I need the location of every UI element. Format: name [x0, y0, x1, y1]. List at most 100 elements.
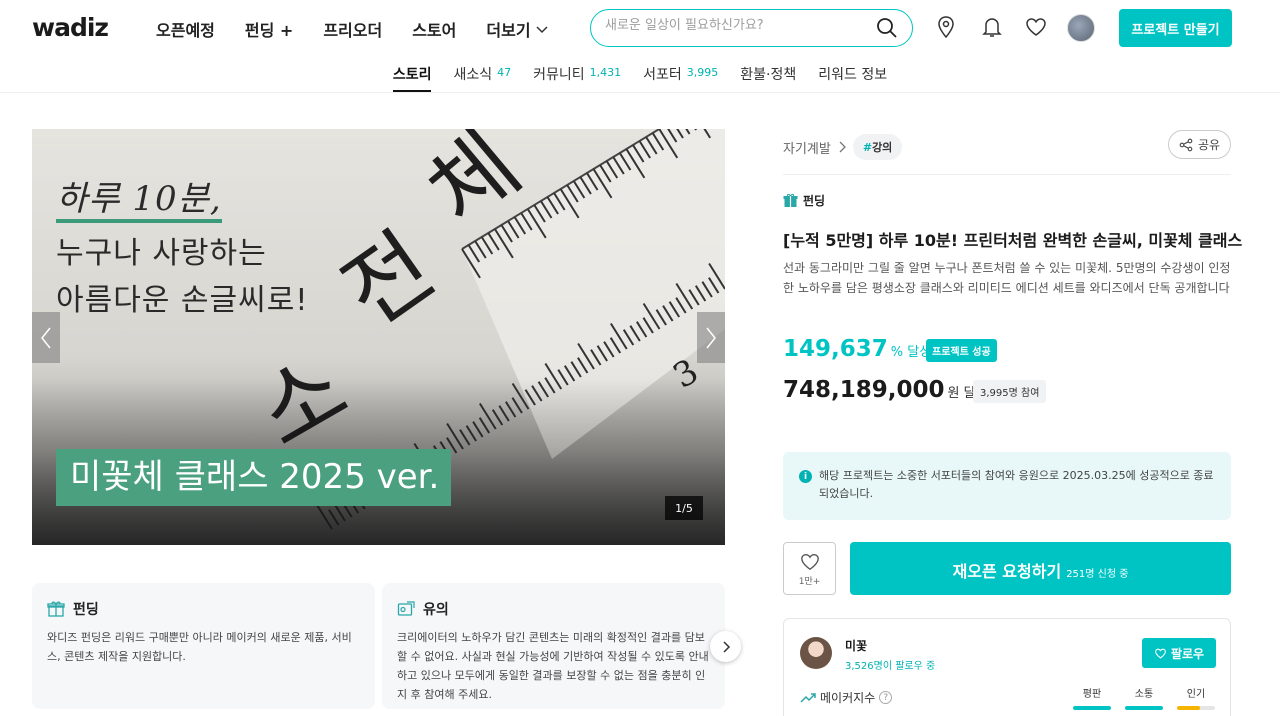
nav-label: 더보기 — [486, 21, 531, 40]
gift-icon — [783, 193, 798, 207]
rate-value: 149,637 — [783, 336, 888, 362]
heart-icon[interactable] — [1024, 15, 1048, 39]
nav-label: 펀딩 + — [244, 21, 294, 40]
wadiz-logo[interactable]: wadiz — [32, 13, 109, 42]
maker-index: 메이커지수 ? — [800, 689, 893, 706]
header: wadiz 오픈예정 펀딩 + 프리오더 스토어 더보기 프로젝트 만들기 스토… — [0, 0, 1280, 93]
location-icon[interactable] — [934, 15, 958, 39]
success-badge: 프로젝트 성공 — [926, 339, 997, 362]
category-link[interactable]: 자기계발 — [783, 138, 831, 157]
maker-index-label: 메이커지수 — [820, 691, 876, 705]
main-nav: 오픈예정 펀딩 + 프리오더 스토어 더보기 — [156, 17, 549, 41]
tab-label: 서포터 — [643, 67, 682, 83]
tag-chip[interactable]: #강의 — [852, 134, 903, 160]
gift-icon — [47, 601, 65, 617]
nav-coming-soon[interactable]: 오픈예정 — [156, 17, 215, 41]
hero-headline-2: 누구나 사랑하는 — [56, 236, 267, 271]
project-description: 선과 동그라미만 그릴 줄 알면 누구나 폰트처럼 쓸 수 있는 미꽃체. 5만… — [783, 261, 1231, 295]
tab-count: 47 — [497, 66, 512, 79]
caution-info-card: 유의 크리에이터의 노하우가 담긴 콘텐츠는 미래의 확정적인 결과를 담보할 … — [382, 583, 725, 709]
chevron-right-icon — [839, 141, 846, 153]
tab-news[interactable]: 새소식 47 — [453, 58, 511, 93]
tag-label: 강의 — [872, 141, 893, 154]
nav-more[interactable]: 더보기 — [486, 17, 548, 41]
gauge-reputation: 평판 — [1073, 685, 1111, 710]
search-input[interactable] — [605, 18, 865, 33]
maker-name[interactable]: 미꽃 — [845, 637, 867, 654]
share-icon — [1179, 138, 1193, 151]
hero-class-band: 미꽃체 클래스 2025 ver. — [56, 449, 452, 506]
funding-info-card: 펀딩 와디즈 펀딩은 리워드 구매뿐만 아니라 메이커의 새로운 제품, 서비스… — [32, 583, 375, 709]
gauge-bar — [1073, 706, 1111, 710]
amount-value: 748,189,000 — [783, 377, 945, 403]
gauge-bar — [1125, 706, 1163, 710]
hero-carousel[interactable]: 소 전 체 3 하루 10분, 누구나 사랑하는 아름다운 손글씨로! 미꽃체 … — [32, 129, 725, 545]
tag-hash: # — [862, 141, 873, 154]
hero-headline-1: 하루 10분, — [56, 171, 222, 223]
hero-headline-1-text: 하루 10분, — [56, 179, 222, 223]
nav-funding[interactable]: 펀딩 + — [245, 17, 293, 41]
tab-story[interactable]: 스토리 — [392, 58, 432, 93]
reopen-request-button[interactable]: 재오픈 요청하기 251명 신청 중 — [850, 542, 1231, 595]
nav-store[interactable]: 스토어 — [412, 17, 456, 41]
tab-reward-info[interactable]: 리워드 정보 — [818, 58, 887, 93]
search-box — [590, 9, 913, 47]
nav-label: 오픈예정 — [156, 21, 215, 40]
card-text: 크리에이터의 노하우가 담긴 콘텐츠는 미래의 확정적인 결과를 담보할 수 없… — [397, 631, 709, 701]
reopen-count: 251명 신청 중 — [1066, 569, 1129, 580]
wish-button[interactable]: 1만+ — [783, 542, 836, 595]
heart-icon — [1155, 648, 1166, 659]
share-button[interactable]: 공유 — [1168, 130, 1231, 159]
follow-button[interactable]: 팔로우 — [1142, 638, 1216, 668]
tab-label: 환불·정책 — [740, 67, 797, 83]
gauge-label: 소통 — [1134, 689, 1154, 700]
wish-count: 1만+ — [798, 576, 821, 587]
project-type-label: 펀딩 — [803, 194, 826, 208]
card-header: 펀딩 — [47, 599, 360, 619]
participants-badge: 3,995명 참여 — [973, 380, 1047, 403]
cards-next-button[interactable] — [710, 631, 741, 662]
card-text: 와디즈 펀딩은 리워드 구매뿐만 아니라 메이커의 새로운 제품, 서비스, 콘… — [47, 631, 352, 663]
chevron-right-icon — [722, 640, 730, 653]
slide-counter: 1/5 — [665, 496, 703, 520]
bell-icon[interactable] — [980, 15, 1004, 39]
hero-prev-button[interactable] — [32, 312, 60, 363]
share-label: 공유 — [1197, 138, 1221, 152]
tab-community[interactable]: 커뮤니티 1,431 — [533, 58, 621, 93]
maker-followers: 3,526명이 팔로우 중 — [845, 661, 936, 672]
gauge-popularity: 인기 — [1177, 685, 1215, 710]
tab-label: 스토리 — [392, 67, 432, 83]
gauge-fill — [1073, 706, 1111, 710]
hero-headline-3: 아름다운 손글씨로! — [56, 283, 309, 318]
funded-amount: 748,189,000 원 달성 — [783, 377, 988, 403]
ended-notice: i 해당 프로젝트는 소중한 서포터들의 참여와 응원으로 2025.03.25… — [783, 452, 1231, 520]
chevron-right-icon — [706, 327, 716, 348]
content-icon — [397, 601, 415, 616]
trend-up-icon — [800, 692, 816, 703]
maker-avatar[interactable] — [800, 637, 832, 669]
breadcrumb: 자기계발 #강의 — [783, 134, 903, 160]
gauge-bar — [1177, 706, 1215, 710]
info-icon: i — [799, 470, 812, 483]
help-icon[interactable]: ? — [879, 691, 893, 704]
tab-count: 3,995 — [686, 66, 719, 79]
search-icon[interactable] — [876, 17, 898, 39]
card-header: 유의 — [397, 599, 710, 619]
gauge-communication: 소통 — [1125, 685, 1163, 710]
nav-preorder[interactable]: 프리오더 — [323, 17, 382, 41]
user-avatar[interactable] — [1067, 14, 1095, 42]
divider — [783, 174, 1231, 175]
heart-icon — [800, 553, 819, 570]
hero-next-button[interactable] — [697, 312, 725, 363]
follow-label: 팔로우 — [1170, 646, 1205, 661]
tab-supporters[interactable]: 서포터 3,995 — [643, 58, 718, 93]
project-tabs: 스토리 새소식 47 커뮤니티 1,431 서포터 3,995 환불·정책 리워드 정… — [0, 58, 1280, 93]
gauge-fill — [1125, 706, 1163, 710]
card-title: 유의 — [423, 602, 449, 618]
make-project-button[interactable]: 프로젝트 만들기 — [1119, 9, 1232, 47]
nav-label: 프리오더 — [323, 21, 383, 40]
tab-refund-policy[interactable]: 환불·정책 — [740, 58, 796, 93]
tab-label: 리워드 정보 — [818, 67, 888, 83]
gauge-label: 평판 — [1082, 689, 1102, 700]
maker-card: 미꽃 3,526명이 팔로우 중 팔로우 메이커지수 ? 평판 소통 인기 — [783, 618, 1231, 716]
